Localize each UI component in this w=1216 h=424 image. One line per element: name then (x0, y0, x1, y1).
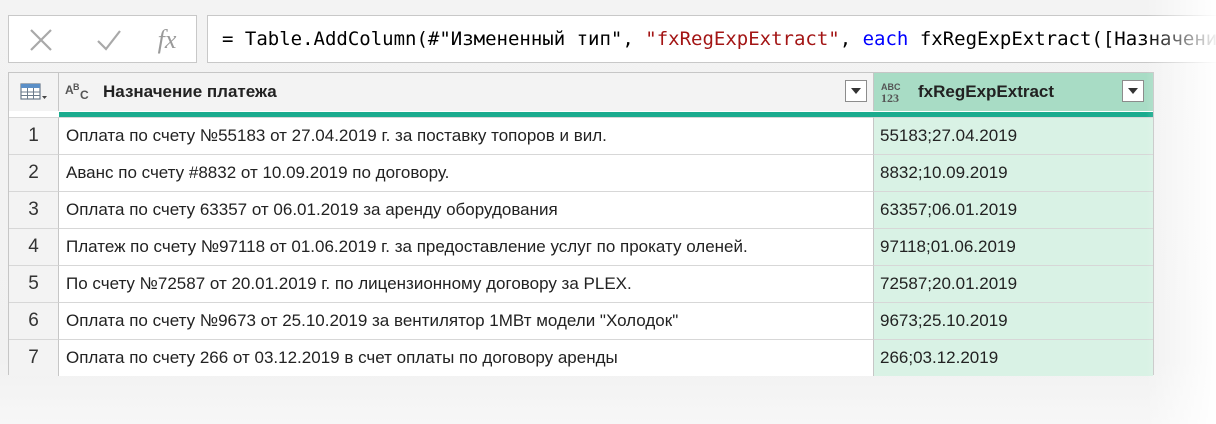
formula-bar-buttons: fx (8, 15, 197, 63)
edge-fade (1146, 0, 1216, 424)
column-filter-button[interactable] (1122, 80, 1144, 102)
table-row[interactable]: 3 Оплата по счету 63357 от 06.01.2019 за… (9, 191, 1153, 228)
column-header-fxregexpextract[interactable]: ABC 123 fxRegExpExtract (874, 73, 1153, 111)
formula-part-suffix: fxRegExpExtract([Назначение платежа] (919, 28, 1216, 50)
column-header-naznachenie[interactable]: A B C Назначение платежа (59, 73, 874, 111)
formula-string-token: "fxRegExpExtract" (645, 28, 840, 50)
column-header-label: fxRegExpExtract (918, 82, 1055, 101)
row-number: 3 (9, 191, 59, 228)
table-cell[interactable]: Оплата по счету №9673 от 25.10.2019 за в… (59, 302, 874, 339)
row-number: 7 (9, 339, 59, 376)
chevron-down-icon (1128, 88, 1138, 94)
row-number: 1 (9, 117, 59, 154)
formula-input[interactable]: = Table.AddColumn(#"Измененный тип", "fx… (207, 15, 1216, 63)
table-cell[interactable]: Платеж по счету №97118 от 01.06.2019 г. … (59, 228, 874, 265)
cancel-button[interactable] (23, 24, 59, 56)
table-cell[interactable]: 97118;01.06.2019 (874, 228, 1153, 265)
table-cell[interactable]: 55183;27.04.2019 (874, 117, 1153, 154)
close-icon (30, 29, 52, 51)
column-header-label: Назначение платежа (103, 82, 277, 101)
chevron-down-icon (851, 88, 861, 94)
table-row[interactable]: 7 Оплата по счету 266 от 03.12.2019 в сч… (9, 339, 1153, 376)
data-grid: A B C Назначение платежа ABC 123 fxRegEx… (8, 72, 1154, 376)
formula-part-sep: , (839, 28, 863, 50)
table-cell[interactable]: По счету №72587 от 20.01.2019 г. по лице… (59, 265, 874, 302)
formula-part-prefix: = Table.AddColumn(#"Измененный тип", (222, 28, 646, 50)
table-row[interactable]: 2 Аванс по счету #8832 от 10.09.2019 по … (9, 154, 1153, 191)
table-menu-button[interactable] (9, 73, 59, 111)
table-row[interactable]: 1 Оплата по счету №55183 от 27.04.2019 г… (9, 117, 1153, 154)
any-type-icon[interactable]: ABC 123 (880, 81, 910, 105)
column-filter-button[interactable] (845, 80, 867, 102)
table-cell[interactable]: Оплата по счету 63357 от 06.01.2019 за а… (59, 191, 874, 228)
svg-text:B: B (73, 82, 80, 92)
table-row[interactable]: 6 Оплата по счету №9673 от 25.10.2019 за… (9, 302, 1153, 339)
row-number: 5 (9, 265, 59, 302)
table-cell[interactable]: 63357;06.01.2019 (874, 191, 1153, 228)
table-cell[interactable]: Оплата по счету №55183 от 27.04.2019 г. … (59, 117, 874, 154)
table-cell[interactable]: 8832;10.09.2019 (874, 154, 1153, 191)
row-number: 2 (9, 154, 59, 191)
formula-keyword-token: each (862, 28, 909, 50)
svg-text:C: C (80, 88, 89, 102)
table-row[interactable]: 5 По счету №72587 от 20.01.2019 г. по ли… (9, 265, 1153, 302)
table-cell[interactable]: 266;03.12.2019 (874, 339, 1153, 376)
any-type-icon-bottom: 123 (881, 91, 899, 105)
checkmark-icon (97, 30, 121, 51)
row-number: 4 (9, 228, 59, 265)
row-number: 6 (9, 302, 59, 339)
table-cell[interactable]: 72587;20.01.2019 (874, 265, 1153, 302)
text-type-icon[interactable]: A B C (65, 81, 95, 103)
table-cell[interactable]: Аванс по счету #8832 от 10.09.2019 по до… (59, 154, 874, 191)
insert-function-button[interactable]: fx (149, 24, 185, 56)
table-cell[interactable]: Оплата по счету 266 от 03.12.2019 в счет… (59, 339, 874, 376)
table-menu-icon (19, 83, 47, 100)
fx-label: fx (157, 25, 177, 54)
table-cell[interactable]: 9673;25.10.2019 (874, 302, 1153, 339)
commit-button[interactable] (91, 24, 127, 56)
table-row[interactable]: 4 Платеж по счету №97118 от 01.06.2019 г… (9, 228, 1153, 265)
power-query-editor: fx = Table.AddColumn(#"Измененный тип", … (0, 0, 1216, 424)
